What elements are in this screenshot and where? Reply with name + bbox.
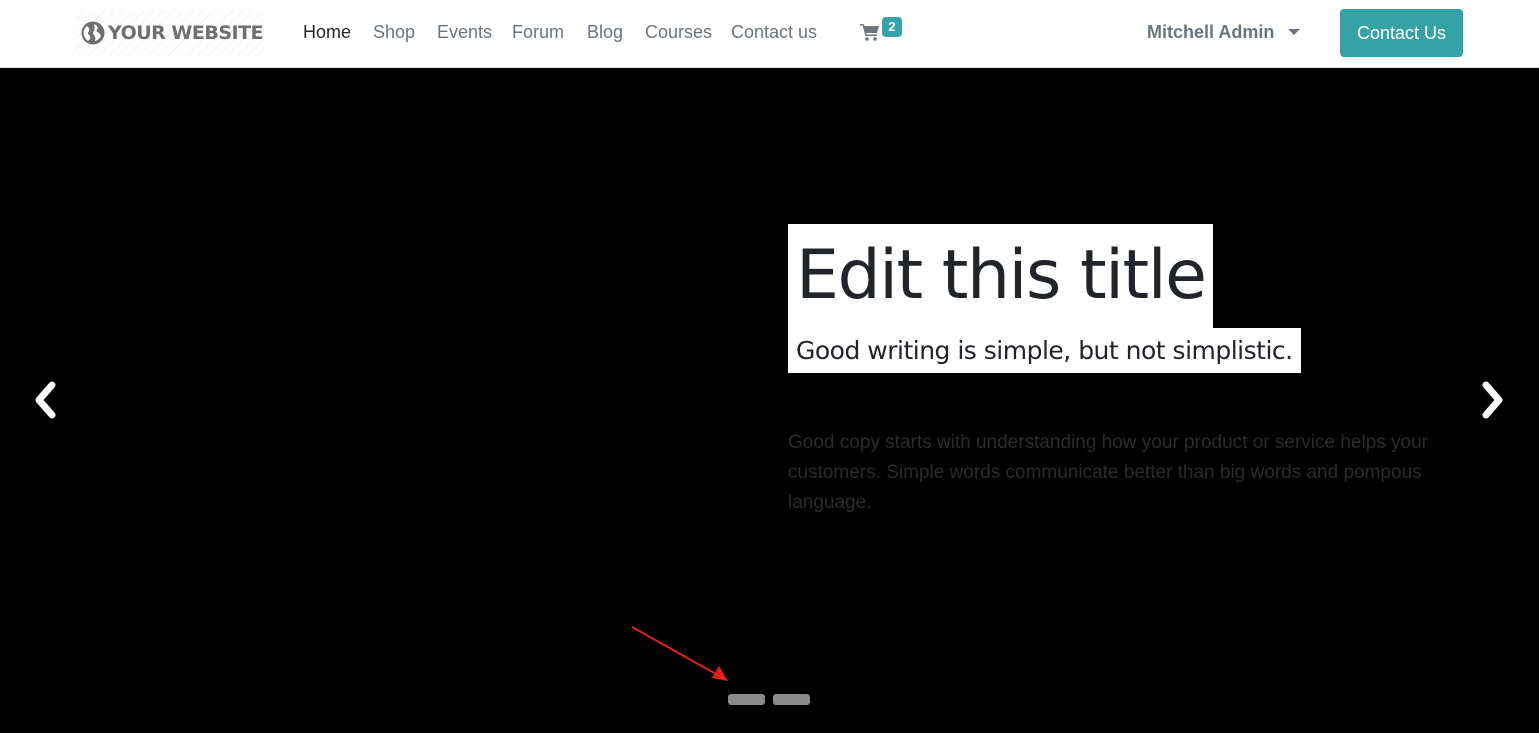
contact-us-button[interactable]: Contact Us — [1340, 9, 1463, 57]
annotation-arrow-icon — [631, 626, 728, 681]
caret-down-icon[interactable] — [1288, 29, 1300, 35]
cart-button[interactable]: 2 — [858, 16, 908, 48]
logo-text: YOUR WEBSITE — [108, 22, 264, 44]
nav-contact-us[interactable]: Contact us — [731, 21, 817, 43]
hero-title[interactable]: Edit this title — [788, 224, 1214, 328]
nav-shop[interactable]: Shop — [373, 21, 415, 43]
nav-courses[interactable]: Courses — [645, 21, 712, 43]
hero-carousel: Edit this title Good writing is simple, … — [0, 68, 1539, 733]
chevron-right-icon[interactable] — [1478, 380, 1508, 420]
chevron-left-icon[interactable] — [30, 380, 60, 420]
carousel-indicator-2[interactable] — [773, 694, 810, 705]
nav-blog[interactable]: Blog — [587, 21, 623, 43]
hero-body-text[interactable]: Good copy starts with understanding how … — [788, 428, 1478, 518]
cart-icon — [860, 24, 879, 41]
globe-icon — [81, 21, 105, 45]
cart-count-badge: 2 — [882, 17, 902, 37]
top-navbar: YOUR WEBSITE Home Shop Events Forum Blog… — [0, 0, 1539, 68]
nav-events[interactable]: Events — [437, 21, 492, 43]
nav-home[interactable]: Home — [303, 21, 351, 43]
nav-forum[interactable]: Forum — [512, 21, 564, 43]
carousel-indicator-1[interactable] — [728, 694, 765, 705]
site-logo[interactable]: YOUR WEBSITE — [76, 10, 264, 56]
hero-subtitle[interactable]: Good writing is simple, but not simplist… — [788, 328, 1301, 373]
user-menu[interactable]: Mitchell Admin — [1147, 21, 1274, 43]
